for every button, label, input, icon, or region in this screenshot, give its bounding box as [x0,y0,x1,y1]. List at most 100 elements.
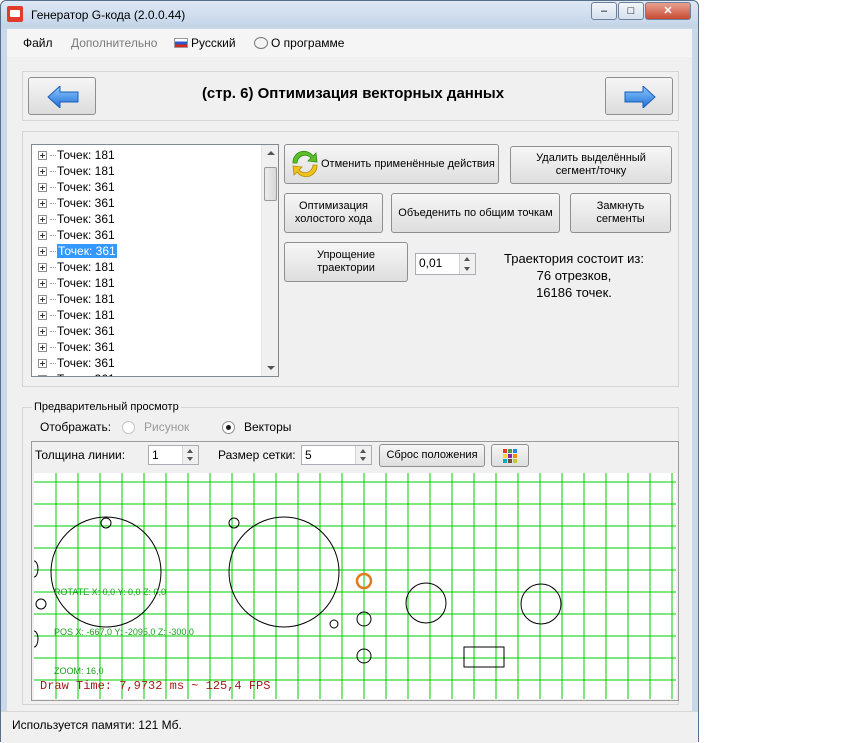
expand-icon[interactable] [38,215,47,224]
undo-actions-button[interactable]: Отменить применённые действия [284,144,499,184]
expand-icon[interactable] [38,167,47,176]
small-circle [35,598,47,610]
line-width-input[interactable]: 1 [148,445,199,465]
preview-canvas[interactable]: ROTATE X: 0,0 Y: 0,0 Z: 0,0 POS X: -667,… [34,473,676,699]
expand-icon[interactable] [38,263,47,272]
edge-arc [34,560,39,578]
tree-connector [50,251,56,252]
menu-file[interactable]: Файл [23,36,53,50]
tree-item[interactable]: Точек: 361 [38,323,115,339]
expand-icon[interactable] [38,343,47,352]
color-settings-button[interactable] [491,444,529,467]
tree-item[interactable]: Точек: 361 [38,355,115,371]
menu-about-label: О программе [271,36,345,50]
rectangle-shape [463,646,505,668]
tree-connector [50,283,56,284]
tree-item[interactable]: Точек: 361 [38,211,115,227]
tree-connector [50,187,56,188]
spin-arrows-icon[interactable] [355,446,371,464]
expand-icon[interactable] [38,183,47,192]
back-button[interactable] [28,77,96,115]
tree-item-label: Точек: 361 [57,340,115,354]
tree-item[interactable]: Точек: 361 [38,227,115,243]
tree-item[interactable]: Точек: 361 [38,339,115,355]
expand-icon[interactable] [38,279,47,288]
tree-connector [50,299,56,300]
tree-connector [50,331,56,332]
expand-icon[interactable] [38,247,47,256]
reset-position-button[interactable]: Сброс положения [379,444,485,467]
menu-language[interactable]: Русский [174,36,236,50]
grid-size-label: Размер сетки: [218,448,296,462]
color-grid-icon [503,448,517,463]
tree-item[interactable]: Точек: 361 [38,371,115,376]
tree-item-label: Точек: 361 [57,324,115,338]
vector-preview [34,473,676,699]
tree-item[interactable]: Точек: 361 [38,243,117,259]
picture-radio[interactable] [122,421,135,434]
close-button[interactable]: ✕ [645,2,691,20]
medium-circle [520,583,562,625]
menu-about[interactable]: О программе [254,36,344,50]
next-button[interactable] [605,77,673,115]
simplify-trajectory-button[interactable]: Упрощение траектории [284,242,408,282]
expand-icon[interactable] [38,295,47,304]
tree-item-label: Точек: 361 [57,228,115,242]
expand-icon[interactable] [38,199,47,208]
large-circle-right [228,516,340,628]
expand-icon[interactable] [38,151,47,160]
tree-item[interactable]: Точек: 361 [38,179,115,195]
tree-scrollbar[interactable] [261,145,278,376]
vectors-radio[interactable] [222,421,235,434]
menu-language-label: Русский [191,36,236,50]
tree-connector [50,171,56,172]
scroll-thumb[interactable] [264,167,277,201]
idle-optimization-button[interactable]: Оптимизация холостого хода [284,193,383,233]
tree-item-label: Точек: 361 [57,212,115,226]
info-line-3: 16186 точек. [536,285,612,300]
client-area: Файл Дополнительно Русский О программе (… [7,29,692,711]
show-label: Отображать: [40,420,112,434]
tree-item[interactable]: Точек: 181 [38,275,115,291]
tree-connector [50,235,56,236]
russian-flag-icon [174,38,188,48]
scroll-up-icon[interactable] [267,151,275,155]
spin-arrows-icon[interactable] [182,446,198,464]
expand-icon[interactable] [38,327,47,336]
segment-tree[interactable]: Точек: 181 Точек: 181 Точек: 361 Точек: 361… [31,144,279,377]
expand-icon[interactable] [38,311,47,320]
close-segments-button[interactable]: Замкнуть сегменты [570,193,671,233]
left-arrow-icon [47,86,79,108]
tree-item-label: Точек: 361 [57,372,115,376]
right-arrow-icon [624,86,656,108]
rotate-readout: ROTATE X: 0,0 Y: 0,0 Z: 0,0 [54,587,167,597]
tree-item[interactable]: Точек: 181 [38,147,115,163]
expand-icon[interactable] [38,359,47,368]
undo-actions-label: Отменить применённые действия [321,157,495,170]
menu-extra[interactable]: Дополнительно [71,36,157,50]
tree-connector [50,203,56,204]
spin-arrows-icon[interactable] [459,254,475,274]
app-icon [7,6,23,22]
picture-radio-label: Рисунок [144,420,190,434]
maximize-button[interactable]: □ [618,2,644,20]
tree-connector [50,219,56,220]
expand-icon[interactable] [38,231,47,240]
tree-item[interactable]: Точек: 181 [38,291,115,307]
tree-item[interactable]: Точек: 361 [38,195,115,211]
menu-bar: Файл Дополнительно Русский О программе [7,29,692,57]
expand-icon[interactable] [38,375,47,376]
scroll-down-icon[interactable] [267,366,275,370]
delete-segment-button[interactable]: Удалить выделённый сегмент/точку [510,146,672,184]
grid-size-input[interactable]: 5 [301,445,372,465]
merge-points-button[interactable]: Объеденить по общим точкам [391,193,560,233]
simplify-tolerance-input[interactable]: 0,01 [415,253,476,275]
tree-item-label: Точек: 181 [57,260,115,274]
minimize-button[interactable]: – [591,2,617,20]
tree-item-label: Точек: 181 [57,148,115,162]
tree-item[interactable]: Точек: 181 [38,163,115,179]
tree-item[interactable]: Точек: 181 [38,307,115,323]
tree-item[interactable]: Точек: 181 [38,259,115,275]
grid-lines [34,473,676,699]
tree-item-label: Точек: 361 [57,356,115,370]
